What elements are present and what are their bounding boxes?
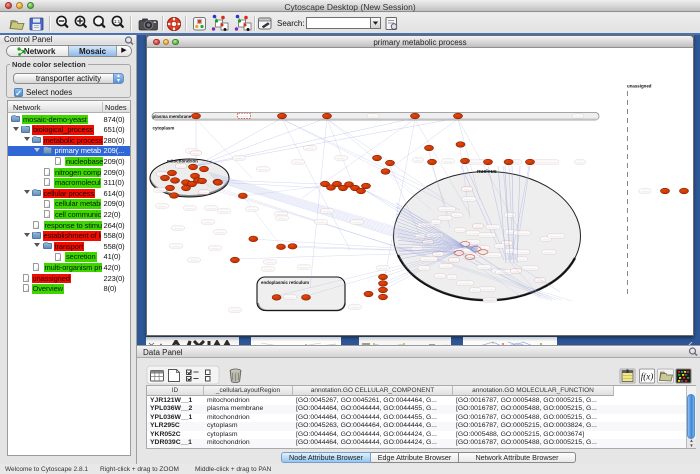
svg-text:mitochondrion: mitochondrion: [167, 159, 198, 164]
svg-text:f(x): f(x): [641, 372, 654, 382]
svg-text:cytoplasm: cytoplasm: [153, 126, 175, 131]
svg-text:endoplasmic reticulum: endoplasmic reticulum: [261, 280, 309, 285]
svg-text:Search:: Search:: [277, 19, 305, 28]
svg-text:plasma membrane: plasma membrane: [153, 114, 192, 119]
svg-text:1:1: 1:1: [114, 19, 121, 24]
svg-text:unassigned: unassigned: [627, 84, 652, 89]
